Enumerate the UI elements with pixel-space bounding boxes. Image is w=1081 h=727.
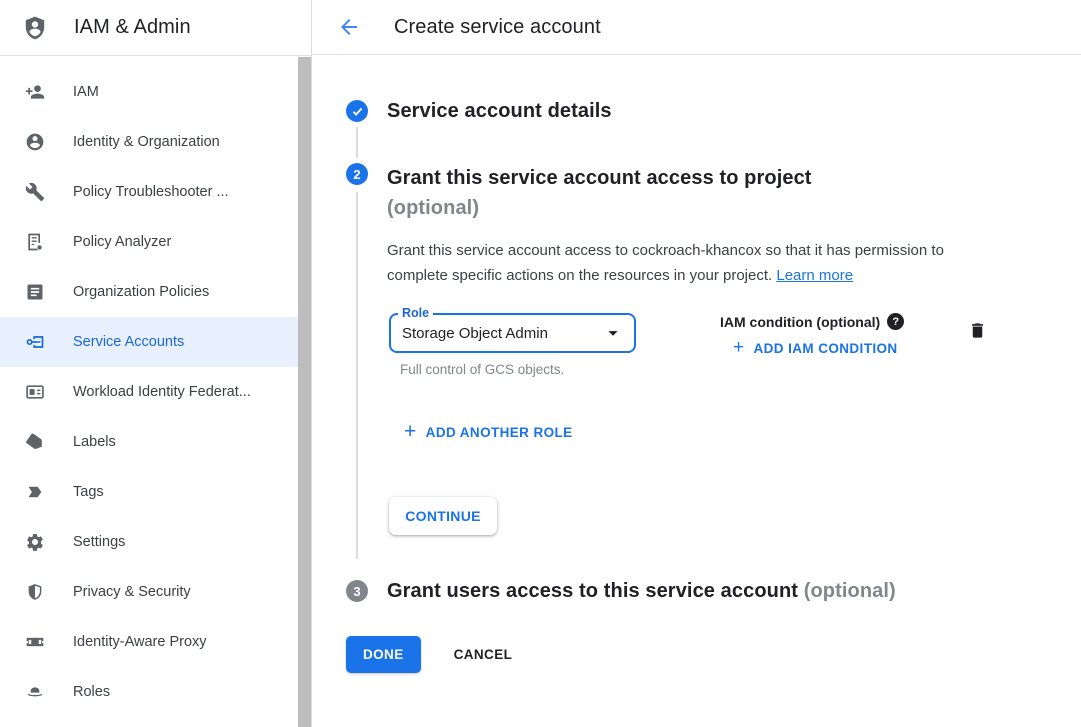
sidebar-item-privacy-security[interactable]: Privacy & Security (0, 567, 311, 617)
role-helper-text: Full control of GCS objects. (400, 362, 649, 377)
sidebar-item-label: Roles (73, 684, 110, 700)
app-window: IAM & Admin IAM Identity & Organization (0, 0, 1081, 727)
step-3-optional-label: (optional) (804, 580, 896, 602)
sidebar-item-label: Policy Troubleshooter ... (73, 184, 229, 200)
add-another-role-button[interactable]: + ADD ANOTHER ROLE (404, 424, 1081, 440)
add-iam-condition-button[interactable]: + ADD IAM CONDITION (733, 340, 932, 356)
wrench-icon (24, 181, 46, 203)
step-2-rail-line (356, 192, 358, 559)
sidebar-item-label: Tags (73, 484, 104, 500)
iam-condition-label: IAM condition (optional) (720, 314, 880, 330)
gear-icon (24, 531, 46, 553)
shield-icon (24, 581, 46, 603)
sidebar-item-identity-organization[interactable]: Identity & Organization (0, 117, 311, 167)
chevron-down-icon (602, 322, 624, 344)
document-lines-icon (24, 281, 46, 303)
role-row: Role Storage Object Admin Full control o… (387, 313, 1081, 377)
sidebar-item-roles[interactable]: Roles (0, 667, 311, 717)
sidebar-nav: IAM Identity & Organization Policy Troub… (0, 56, 311, 727)
plus-icon: + (404, 424, 417, 440)
step-connector-line (356, 127, 358, 158)
label-tag-icon (24, 431, 46, 453)
person-add-icon (24, 81, 46, 103)
step-3-grant-users-access: 3 Grant users access to this service acc… (312, 580, 1081, 602)
main-pane: Create service account Service account d… (312, 0, 1081, 727)
sidebar-item-tags[interactable]: Tags (0, 467, 311, 517)
sidebar-item-workload-identity-federation[interactable]: Workload Identity Federat... (0, 367, 311, 417)
person-circle-icon (24, 131, 46, 153)
step-1-title[interactable]: Service account details (387, 100, 1081, 122)
step-2-grant-access: 2 Grant this service account access to p… (312, 163, 1081, 559)
role-field-label: Role (398, 306, 433, 320)
sidebar-item-policy-analyzer[interactable]: Policy Analyzer (0, 217, 311, 267)
sidebar-item-label: Identity-Aware Proxy (73, 634, 207, 650)
sidebar-item-label: Privacy & Security (73, 584, 191, 600)
step-3-title[interactable]: Grant users access to this service accou… (387, 580, 1081, 602)
footer-actions: DONE CANCEL (346, 636, 1081, 673)
sidebar-item-label: Policy Analyzer (73, 234, 171, 250)
step-1-complete-check-icon (346, 100, 368, 122)
hat-icon (24, 681, 46, 703)
sidebar-item-labels[interactable]: Labels (0, 417, 311, 467)
step-2-optional-label: (optional) (387, 197, 479, 219)
step-2-description: Grant this service account access to coc… (387, 238, 972, 288)
cancel-button[interactable]: CANCEL (454, 647, 513, 662)
sidebar-item-label: Service Accounts (73, 334, 184, 350)
back-arrow-icon[interactable] (337, 15, 361, 39)
sidebar-item-label: IAM (73, 84, 99, 100)
sidebar-item-identity-aware-proxy[interactable]: Identity-Aware Proxy (0, 617, 311, 667)
step-2-number-badge: 2 (346, 163, 368, 185)
sidebar-item-settings[interactable]: Settings (0, 517, 311, 567)
continue-button[interactable]: CONTINUE (389, 497, 497, 535)
sidebar-item-organization-policies[interactable]: Organization Policies (0, 267, 311, 317)
sidebar-item-label: Settings (73, 534, 125, 550)
page-title: Create service account (394, 16, 601, 39)
help-icon[interactable]: ? (887, 313, 904, 330)
service-account-key-icon (24, 331, 46, 353)
product-title: IAM & Admin (74, 16, 191, 39)
tag-arrow-icon (24, 481, 46, 503)
step-2-title[interactable]: Grant this service account access to pro… (387, 163, 1081, 223)
proxy-strip-icon (24, 631, 46, 653)
sidebar-item-policy-troubleshooter[interactable]: Policy Troubleshooter ... (0, 167, 311, 217)
step-1-service-account-details: Service account details (312, 100, 1081, 122)
left-pane: IAM & Admin IAM Identity & Organization (0, 0, 312, 727)
iam-admin-shield-logo-icon (22, 14, 48, 42)
badge-card-icon (24, 381, 46, 403)
learn-more-link[interactable]: Learn more (776, 267, 853, 284)
role-select[interactable]: Role Storage Object Admin (389, 313, 636, 353)
plus-icon: + (733, 340, 745, 356)
sidebar-item-label: Organization Policies (73, 284, 209, 300)
document-gear-icon (24, 231, 46, 253)
delete-role-trash-icon[interactable] (968, 320, 987, 341)
brand-bar: IAM & Admin (0, 0, 311, 56)
sidebar-item-iam[interactable]: IAM (0, 67, 311, 117)
sidebar-item-label: Workload Identity Federat... (73, 384, 251, 400)
sidebar-item-label: Labels (73, 434, 116, 450)
sidebar-scrollbar[interactable] (298, 57, 311, 727)
main-content: Service account details 2 Grant this ser… (312, 55, 1081, 727)
done-button[interactable]: DONE (346, 636, 421, 673)
step-3-number-badge: 3 (346, 580, 368, 602)
role-selected-value: Storage Object Admin (402, 325, 602, 342)
page-header: Create service account (312, 0, 1081, 55)
sidebar-item-label: Identity & Organization (73, 134, 220, 150)
sidebar-item-service-accounts[interactable]: Service Accounts (0, 317, 311, 367)
